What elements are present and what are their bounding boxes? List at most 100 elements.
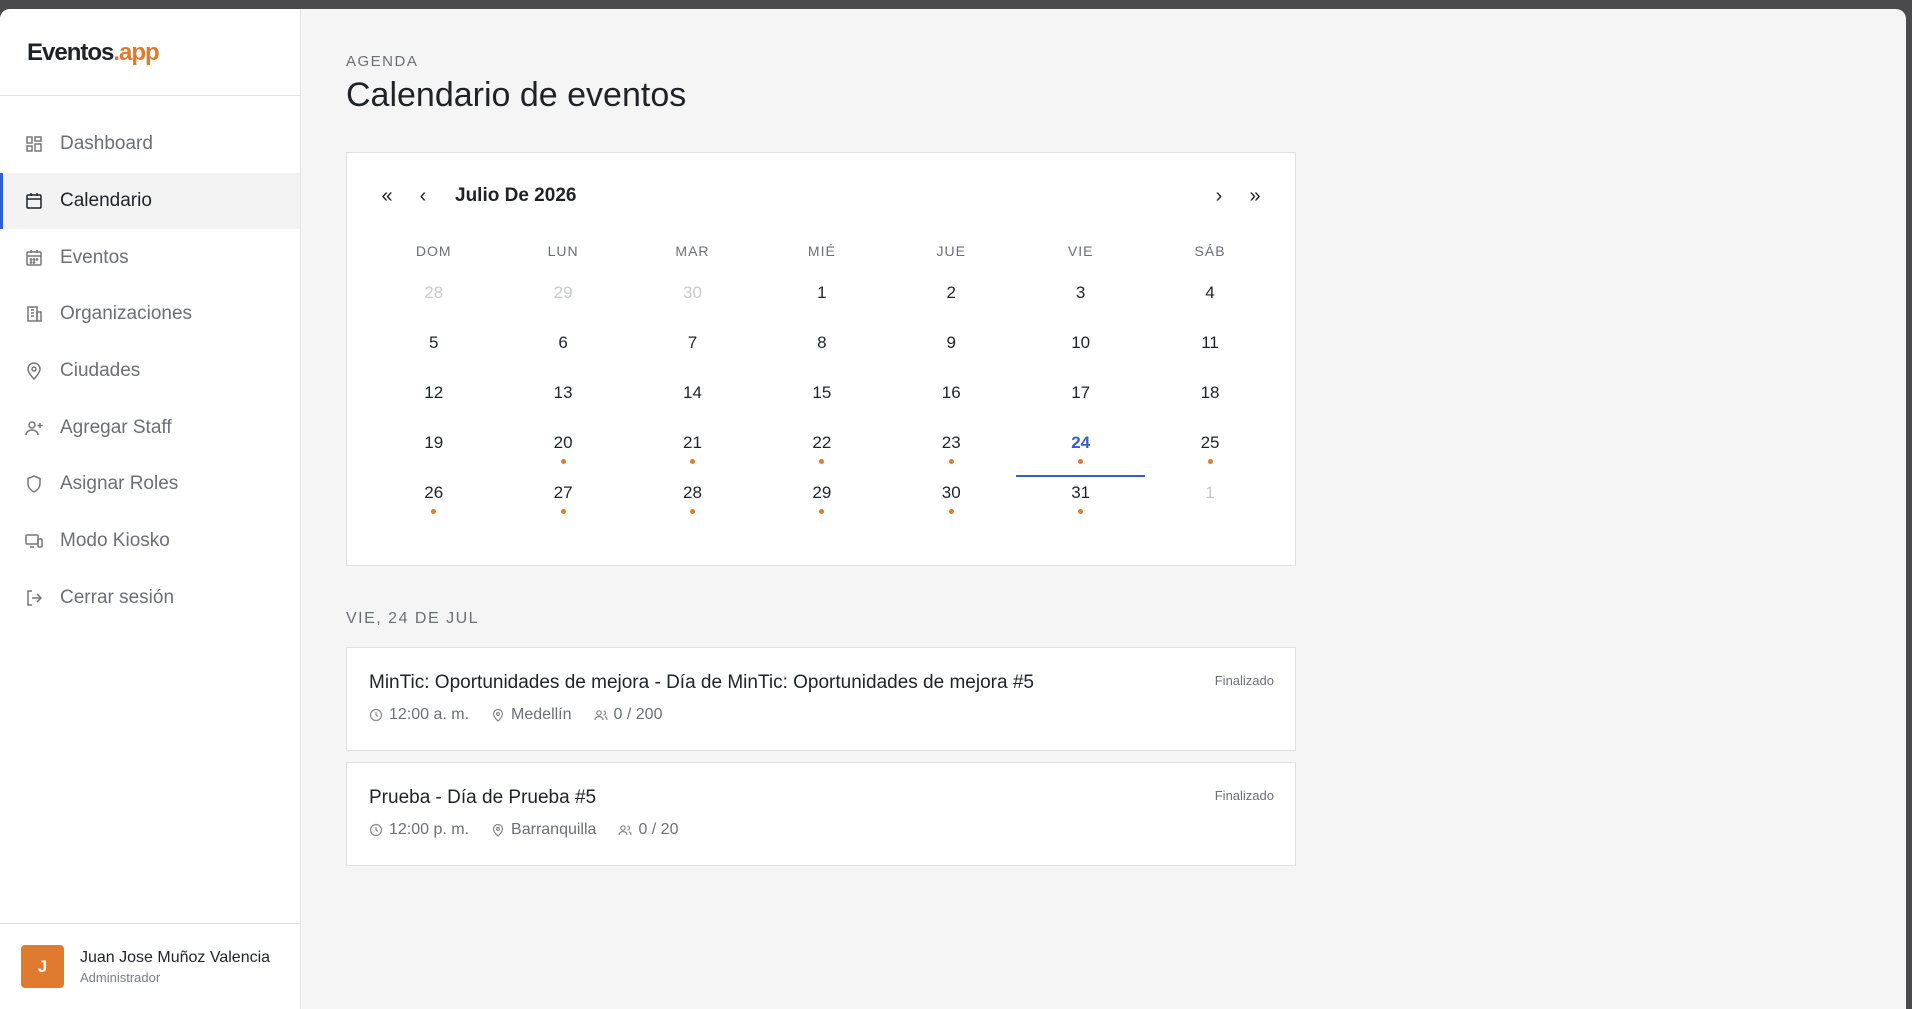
calendar-day[interactable]: 22 — [757, 425, 886, 475]
next-month-button[interactable]: › — [1201, 185, 1237, 208]
calendar-day[interactable]: 31 — [1016, 475, 1145, 525]
calendar-day[interactable]: 16 — [887, 375, 1016, 425]
day-number: 6 — [558, 333, 568, 352]
day-number: 27 — [553, 483, 573, 502]
day-number: 30 — [683, 283, 702, 302]
app-logo[interactable]: Eventos.app — [0, 9, 300, 96]
calendar-day[interactable]: 17 — [1016, 375, 1145, 425]
day-number: 28 — [424, 283, 444, 302]
day-number: 28 — [683, 483, 702, 502]
calendar-day[interactable]: 12 — [369, 375, 498, 425]
prev-month-button[interactable]: ‹ — [405, 185, 441, 208]
calendar-day[interactable]: 20 — [498, 425, 627, 475]
calendar-day[interactable]: 15 — [757, 375, 886, 425]
calendar-day[interactable]: 10 — [1016, 325, 1145, 375]
calendar-day[interactable]: 1 — [757, 275, 886, 325]
sidebar-item-label: Calendario — [60, 190, 152, 212]
calendar-day[interactable]: 23 — [887, 425, 1016, 475]
calendar-day[interactable]: 25 — [1145, 425, 1274, 475]
calendar-day[interactable]: 1 — [1145, 475, 1274, 525]
event-city-text: Medellín — [511, 706, 572, 723]
user-profile[interactable]: J Juan Jose Muñoz Valencia Administrador — [0, 923, 300, 1009]
calendar-day[interactable]: 11 — [1145, 325, 1274, 375]
event-indicator-dot — [689, 509, 695, 514]
sidebar-item-asignar-roles[interactable]: Asignar Roles — [0, 456, 300, 513]
selected-day-label: VIE, 24 DE JUL — [346, 610, 480, 627]
event-indicator-dot — [1078, 509, 1084, 514]
weekday-label: LUN — [547, 243, 579, 259]
calendar-day[interactable]: 27 — [498, 475, 627, 525]
event-indicator-dot — [560, 459, 566, 464]
event-title: Prueba - Día de Prueba #5 — [369, 787, 597, 808]
sidebar-item-cerrar-sesion[interactable]: Cerrar sesión — [0, 570, 300, 627]
calendar-day[interactable]: 14 — [628, 375, 757, 425]
day-number: 26 — [424, 483, 444, 502]
sidebar-item-eventos[interactable]: Eventos — [0, 229, 300, 286]
day-number: 10 — [1071, 333, 1091, 352]
calendar-day[interactable]: 29 — [498, 275, 627, 325]
event-time: 12:00 a. m. — [369, 706, 469, 724]
clock-icon — [369, 708, 383, 722]
user-role: Administrador — [80, 969, 161, 985]
status-badge: Finalizado — [1214, 788, 1274, 803]
day-number: 11 — [1201, 333, 1219, 352]
calendar-day[interactable]: 19 — [369, 425, 498, 475]
calendar-grid-icon — [24, 248, 44, 268]
sidebar-nav: Dashboard Calendario Eventos Organizacio… — [0, 96, 300, 626]
day-number: 25 — [1200, 433, 1220, 452]
calendar-day[interactable]: 6 — [498, 325, 627, 375]
day-number: 22 — [812, 433, 832, 452]
last-month-button[interactable]: » — [1237, 185, 1273, 208]
calendar-day[interactable]: 30 — [628, 275, 757, 325]
day-number: 3 — [1075, 283, 1086, 302]
sidebar-item-calendario[interactable]: Calendario — [0, 172, 300, 230]
user-name: Juan Jose Muñoz Valencia — [80, 948, 271, 966]
calendar-header: « ‹ Julio De 2026 › » — [369, 181, 1273, 211]
calendar-day[interactable]: 13 — [498, 375, 627, 425]
sidebar-item-ciudades[interactable]: Ciudades — [0, 343, 300, 400]
event-meta: 12:00 p. m. Barranquilla 0 / 20 — [369, 821, 1273, 839]
event-indicator-dot — [431, 509, 437, 514]
day-number: 21 — [683, 433, 702, 452]
sidebar-item-label: Agregar Staff — [60, 416, 172, 438]
page-title: Calendario de eventos — [346, 76, 687, 114]
calendar-day[interactable]: 29 — [757, 475, 886, 525]
event-card[interactable]: MinTic: Oportunidades de mejora - Día de… — [346, 647, 1296, 751]
month-label[interactable]: Julio De 2026 — [455, 185, 576, 207]
event-capacity: 0 / 20 — [618, 821, 678, 839]
calendar-day[interactable]: 28 — [369, 275, 498, 325]
sidebar-item-label: Cerrar sesión — [60, 586, 175, 608]
sidebar-item-dashboard[interactable]: Dashboard — [0, 116, 300, 173]
calendar-day[interactable]: 8 — [757, 325, 886, 375]
calendar-day[interactable]: 28 — [628, 475, 757, 525]
calendar-day[interactable]: 21 — [628, 425, 757, 475]
calendar-day[interactable]: 3 — [1016, 275, 1145, 325]
sidebar-item-organizaciones[interactable]: Organizaciones — [0, 286, 300, 343]
calendar-day[interactable]: 18 — [1145, 375, 1274, 425]
day-number: 14 — [683, 383, 702, 402]
event-meta: 12:00 a. m. Medellín 0 / 200 — [369, 706, 1273, 724]
calendar-week-row: 28 29 30 1 2 3 4 — [369, 275, 1275, 325]
calendar-day[interactable]: 2 — [887, 275, 1016, 325]
calendar-day[interactable]: 9 — [887, 325, 1016, 375]
day-number: 30 — [941, 483, 961, 502]
calendar-day[interactable]: 5 — [369, 325, 498, 375]
calendar-day[interactable]: 4 — [1145, 275, 1274, 325]
event-card[interactable]: Prueba - Día de Prueba #5 Finalizado 12:… — [346, 762, 1296, 866]
sidebar-item-modo-kiosko[interactable]: Modo Kiosko — [0, 513, 300, 570]
sidebar-item-agregar-staff[interactable]: Agregar Staff — [0, 399, 300, 456]
day-number: 31 — [1071, 483, 1091, 502]
user-info: Juan Jose Muñoz Valencia Administrador — [80, 949, 270, 985]
main-content: AGENDA Calendario de eventos « ‹ Julio D… — [346, 9, 1906, 866]
calendar-day-selected[interactable]: 24 — [1015, 425, 1146, 477]
weekday-label: MAR — [675, 243, 710, 259]
calendar-day[interactable]: 26 — [369, 475, 498, 525]
event-indicator-dot — [948, 509, 954, 514]
calendar-day[interactable]: 30 — [887, 475, 1016, 525]
day-number: 17 — [1071, 383, 1091, 402]
first-month-button[interactable]: « — [369, 185, 405, 208]
day-number: 20 — [553, 433, 573, 452]
sidebar-item-label: Asignar Roles — [60, 473, 179, 495]
map-pin-icon — [492, 823, 504, 837]
calendar-day[interactable]: 7 — [628, 325, 757, 375]
